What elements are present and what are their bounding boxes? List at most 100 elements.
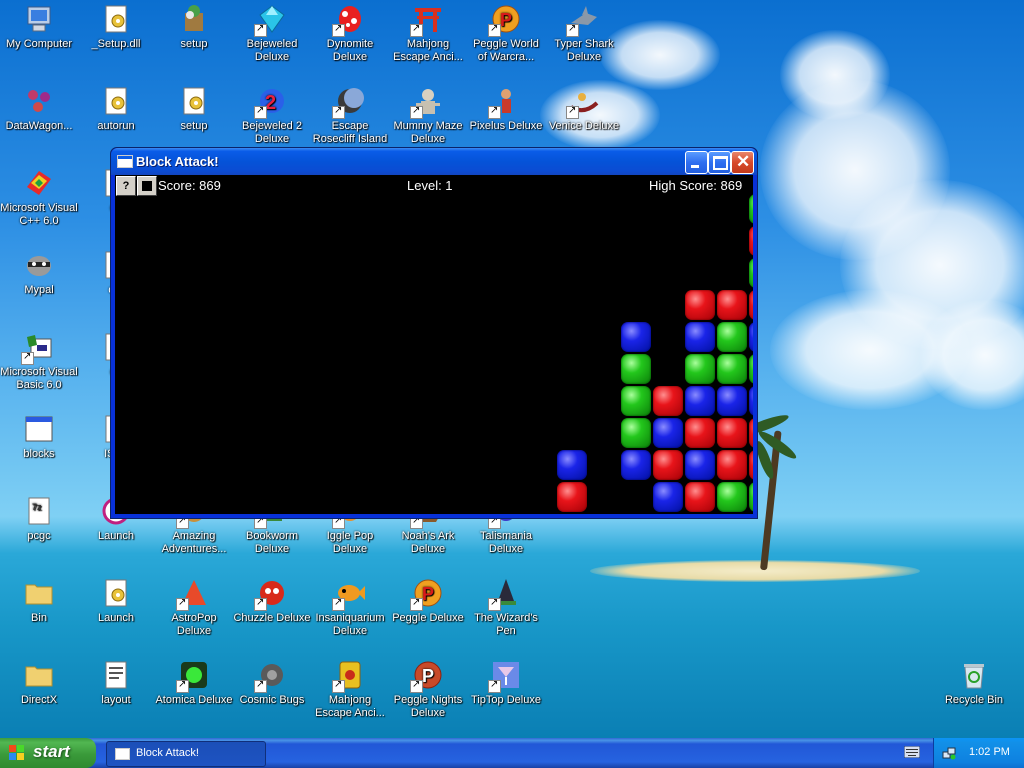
- desktop-icon-chuzzle[interactable]: Chuzzle Deluxe: [233, 577, 311, 625]
- block-green[interactable]: [717, 354, 747, 384]
- window-title: Block Attack!: [136, 154, 219, 169]
- block-red[interactable]: [557, 482, 587, 512]
- svg-text:P: P: [422, 666, 434, 686]
- block-blue[interactable]: [653, 418, 683, 448]
- block-red[interactable]: [749, 290, 753, 320]
- block-red[interactable]: [749, 226, 753, 256]
- block-blue[interactable]: [653, 482, 683, 512]
- block-red[interactable]: [653, 386, 683, 416]
- start-button[interactable]: start: [0, 738, 96, 768]
- block-red[interactable]: [717, 290, 747, 320]
- desktop-icon-insaniquarium[interactable]: Insaniquarium Deluxe: [311, 577, 389, 638]
- block-green[interactable]: [749, 194, 753, 224]
- desktop-icon-mahjong-escape-1[interactable]: Mahjong Escape Anci...: [389, 3, 467, 64]
- desktop-icon-layout[interactable]: layout: [77, 659, 155, 707]
- block-blue[interactable]: [685, 322, 715, 352]
- desktop-icon-peggle-deluxe[interactable]: P Peggle Deluxe: [389, 577, 467, 625]
- recycle-bin-icon: [964, 664, 984, 689]
- desktop-icon-pixelus[interactable]: Pixelus Deluxe: [467, 85, 545, 133]
- gear-file-icon: [105, 579, 127, 607]
- block-blue[interactable]: [557, 450, 587, 480]
- block-blue[interactable]: [749, 386, 753, 416]
- desktop-icon-setup[interactable]: setup: [155, 3, 233, 51]
- desktop-icon-bejeweled[interactable]: Bejeweled Deluxe: [233, 3, 311, 64]
- folder-icon: [25, 584, 53, 605]
- block-green[interactable]: [717, 322, 747, 352]
- block-red[interactable]: [749, 450, 753, 480]
- desktop-icon-blocks[interactable]: blocks: [0, 413, 78, 461]
- stop-button[interactable]: [137, 176, 157, 196]
- network-icon[interactable]: [942, 746, 956, 760]
- desktop-icon-pcgc[interactable]: 7z pcgc: [0, 495, 78, 543]
- taskbar-button-block-attack[interactable]: Block Attack!: [106, 741, 266, 767]
- desktop-icon-setup-dll[interactable]: _Setup.dll: [77, 3, 155, 51]
- desktop-icon-cosmic-bugs[interactable]: Cosmic Bugs: [233, 659, 311, 707]
- desktop-icon-typer-shark[interactable]: Typer Shark Deluxe: [545, 3, 623, 64]
- svg-text:P: P: [500, 10, 512, 30]
- clock[interactable]: 1:02 PM: [969, 746, 1010, 758]
- desktop-icon-bin-folder[interactable]: Bin: [0, 577, 78, 625]
- desktop-icon-mummy-maze[interactable]: Mummy Maze Deluxe: [389, 85, 467, 146]
- desktop-icon-my-computer[interactable]: My Computer: [0, 3, 78, 51]
- desktop-icon-dynomite[interactable]: Dynomite Deluxe: [311, 3, 389, 64]
- block-blue[interactable]: [621, 322, 651, 352]
- block-green[interactable]: [621, 354, 651, 384]
- desktop: My Computer _Setup.dll setup Bejeweled D…: [0, 0, 1024, 738]
- desktop-icon-venice[interactable]: Venice Deluxe: [545, 85, 623, 133]
- desktop-icon-atomica[interactable]: Atomica Deluxe: [155, 659, 233, 707]
- block-red[interactable]: [685, 482, 715, 512]
- block-blue[interactable]: [685, 450, 715, 480]
- block-green[interactable]: [685, 354, 715, 384]
- block-green[interactable]: [621, 386, 651, 416]
- zip-icon: 7z: [28, 497, 50, 525]
- block-green[interactable]: [621, 418, 651, 448]
- desktop-icon-mypal[interactable]: Mypal: [0, 249, 78, 297]
- game-board[interactable]: ? Score: 869 Level: 1 High Score: 869: [115, 175, 753, 514]
- desktop-icon-visual-cpp[interactable]: Microsoft Visual C++ 6.0: [0, 167, 78, 228]
- desktop-icon-peggle-nights[interactable]: P Peggle Nights Deluxe: [389, 659, 467, 720]
- desktop-icon-setup-2[interactable]: setup: [155, 85, 233, 133]
- block-blue[interactable]: [685, 386, 715, 416]
- block-red[interactable]: [749, 418, 753, 448]
- desktop-icon-tiptop[interactable]: TipTop Deluxe: [467, 659, 545, 707]
- maximize-button[interactable]: [708, 151, 731, 174]
- desktop-icon-autorun[interactable]: autorun: [77, 85, 155, 133]
- desktop-icon-datawagon[interactable]: DataWagon...: [0, 85, 78, 133]
- desktop-icon-launch-2[interactable]: Launch: [77, 577, 155, 625]
- maximize-icon: [713, 156, 728, 170]
- minimize-button[interactable]: [685, 151, 708, 174]
- desktop-icon-bejeweled-2[interactable]: 2 Bejeweled 2 Deluxe: [233, 85, 311, 146]
- desktop-icon-astropop[interactable]: AstroPop Deluxe: [155, 577, 233, 638]
- desktop-icon-directx[interactable]: DirectX: [0, 659, 78, 707]
- desktop-icon-escape-rosecliff[interactable]: Escape Rosecliff Island: [311, 85, 389, 146]
- block-green[interactable]: [749, 258, 753, 288]
- desktop-icon-mahjong-escape-2[interactable]: Mahjong Escape Anci...: [311, 659, 389, 720]
- keyboard-icon[interactable]: [904, 746, 920, 758]
- block-green[interactable]: [717, 482, 747, 512]
- gear-file-icon: [105, 87, 127, 115]
- help-button[interactable]: ?: [116, 176, 136, 196]
- block-green[interactable]: [749, 482, 753, 512]
- desktop-icon-peggle-wow[interactable]: P Peggle World of Warcra...: [467, 3, 545, 64]
- window-app-icon: [115, 748, 130, 760]
- block-red[interactable]: [653, 450, 683, 480]
- desktop-icon-recycle-bin[interactable]: Recycle Bin: [935, 659, 1013, 707]
- taskbar: start Block Attack! 1:02 PM: [0, 738, 1024, 768]
- block-red[interactable]: [717, 418, 747, 448]
- block-red[interactable]: [717, 450, 747, 480]
- window-app-icon: [117, 155, 133, 168]
- block-green[interactable]: [749, 354, 753, 384]
- block-red[interactable]: [685, 290, 715, 320]
- block-blue[interactable]: [621, 450, 651, 480]
- svg-text:7z: 7z: [32, 502, 42, 512]
- block-blue[interactable]: [749, 322, 753, 352]
- desktop-icon-wizards-pen[interactable]: The Wizard's Pen: [467, 577, 545, 638]
- close-button[interactable]: ✕: [731, 151, 754, 174]
- desktop-icon-visual-basic[interactable]: Microsoft Visual Basic 6.0: [0, 331, 78, 392]
- window-titlebar[interactable]: Block Attack! ✕: [111, 148, 757, 175]
- block-attack-window[interactable]: Block Attack! ✕ ? Score: 869 Level: 1 Hi…: [110, 147, 758, 519]
- block-red[interactable]: [685, 418, 715, 448]
- block-blue[interactable]: [717, 386, 747, 416]
- score-label: Score: 869: [158, 178, 221, 193]
- windows-logo-icon: [9, 745, 25, 761]
